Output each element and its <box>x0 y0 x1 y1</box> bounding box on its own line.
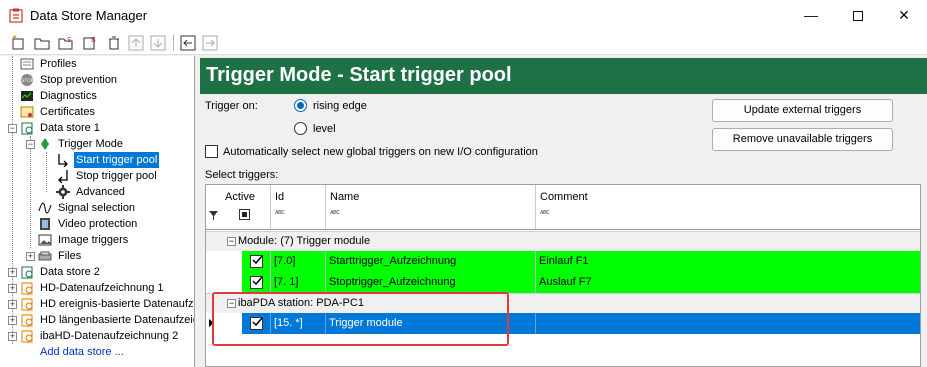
level-radio[interactable] <box>294 122 307 135</box>
trigger-mode-icon <box>41 138 49 150</box>
trigger-on-label: Trigger on: <box>205 100 258 112</box>
expander-hd-ereignis[interactable]: + <box>8 300 17 309</box>
comment-cell <box>536 313 920 334</box>
active-checkbox[interactable] <box>250 255 263 268</box>
new-profile-icon[interactable] <box>10 35 26 51</box>
arrow-right-icon[interactable] <box>202 35 218 51</box>
certificate-icon <box>20 106 34 118</box>
toolbar: S B <box>0 31 927 55</box>
data-store-manager-icon <box>9 8 23 23</box>
svg-text:B: B <box>91 36 96 44</box>
toolbar-separator <box>173 35 174 51</box>
column-header-id[interactable]: Id ᴀʙᴄ <box>271 185 326 229</box>
expander-hd-laengen[interactable]: + <box>8 316 17 325</box>
data-store-icon <box>21 266 33 279</box>
image-icon <box>38 234 52 246</box>
page-title: Trigger Mode - Start trigger pool <box>206 64 512 86</box>
comment-cell: Einlauf F1 <box>539 255 589 267</box>
signal-icon <box>38 202 52 214</box>
properties-icon[interactable]: B <box>82 35 98 51</box>
stop-trigger-icon <box>58 170 68 183</box>
tree-line <box>30 136 31 248</box>
open-folder-icon[interactable] <box>34 35 50 51</box>
stop-icon: STOP <box>21 74 34 86</box>
maximize-icon <box>853 11 863 22</box>
expander-ibahd-2[interactable]: + <box>8 332 17 341</box>
group-row-module-7[interactable]: − Module: (7) Trigger module <box>206 231 920 251</box>
arrow-left-icon[interactable] <box>180 35 196 51</box>
remove-unavailable-triggers-button[interactable]: Remove unavailable triggers <box>712 128 893 151</box>
expander-trigger-mode[interactable]: − <box>26 140 35 149</box>
hd-store-icon <box>21 282 33 295</box>
delete-icon[interactable] <box>106 35 122 51</box>
gear-icon <box>56 185 70 199</box>
filter-checkbox[interactable] <box>239 209 250 220</box>
auto-select-checkbox[interactable] <box>205 145 218 158</box>
active-cell[interactable] <box>242 251 271 272</box>
window-title: Data Store Manager <box>30 8 148 23</box>
filter-icon[interactable] <box>209 211 218 220</box>
data-store-icon <box>21 122 33 135</box>
move-up-icon[interactable] <box>128 35 144 51</box>
hd-store-icon <box>21 330 33 343</box>
tree-line <box>46 152 47 192</box>
rising-edge-label[interactable]: rising edge <box>313 100 367 112</box>
group-collapse-icon[interactable]: − <box>227 237 236 246</box>
column-header-active[interactable]: Active <box>221 185 271 229</box>
maximize-button[interactable] <box>835 0 881 31</box>
header-divider <box>206 229 920 230</box>
profiles-icon <box>20 58 34 70</box>
title-bar: Data Store Manager — ✕ <box>0 0 927 31</box>
start-trigger-icon <box>58 154 68 167</box>
column-header-comment[interactable]: Comment ᴀʙᴄ <box>536 185 920 229</box>
svg-text:S: S <box>67 36 72 44</box>
table-row[interactable]: [7.0] Starttrigger_Aufzeichnung Einlauf … <box>242 251 920 272</box>
auto-select-label[interactable]: Automatically select new global triggers… <box>223 146 538 158</box>
svg-text:STOP: STOP <box>22 78 34 84</box>
rising-edge-radio[interactable] <box>294 99 307 112</box>
hd-store-icon <box>21 298 33 311</box>
id-cell: [7. 1] <box>271 272 326 293</box>
save-as-icon[interactable]: S <box>58 35 74 51</box>
page-header: Trigger Mode - Start trigger pool <box>200 58 927 94</box>
level-label[interactable]: level <box>313 123 336 135</box>
comment-cell: Auslauf F7 <box>539 276 592 288</box>
name-cell: Starttrigger_Aufzeichnung <box>326 251 536 272</box>
move-down-icon[interactable] <box>150 35 166 51</box>
expander-data-store-1[interactable]: − <box>8 124 17 133</box>
name-cell: Stoptrigger_Aufzeichnung <box>326 272 536 293</box>
highlight-annotation <box>212 292 509 346</box>
files-icon <box>38 251 52 261</box>
diagnostics-icon <box>21 91 33 101</box>
active-cell[interactable] <box>242 272 271 293</box>
close-button[interactable]: ✕ <box>881 0 927 31</box>
film-icon <box>40 218 50 230</box>
active-checkbox[interactable] <box>250 276 263 289</box>
column-header-name[interactable]: Name ᴀʙᴄ <box>326 185 536 229</box>
expander-data-store-2[interactable]: + <box>8 268 17 277</box>
expander-hd-1[interactable]: + <box>8 284 17 293</box>
table-row[interactable]: [7. 1] Stoptrigger_Aufzeichnung Auslauf … <box>242 272 920 293</box>
expander-files[interactable]: + <box>26 252 35 261</box>
id-cell: [7.0] <box>271 251 326 272</box>
select-triggers-label: Select triggers: <box>205 169 279 181</box>
update-external-triggers-button[interactable]: Update external triggers <box>712 99 893 122</box>
minimize-button[interactable]: — <box>788 0 834 31</box>
hd-store-icon <box>21 314 33 327</box>
navigation-tree: Profiles STOP Stop prevention Diagnostic… <box>0 56 195 367</box>
